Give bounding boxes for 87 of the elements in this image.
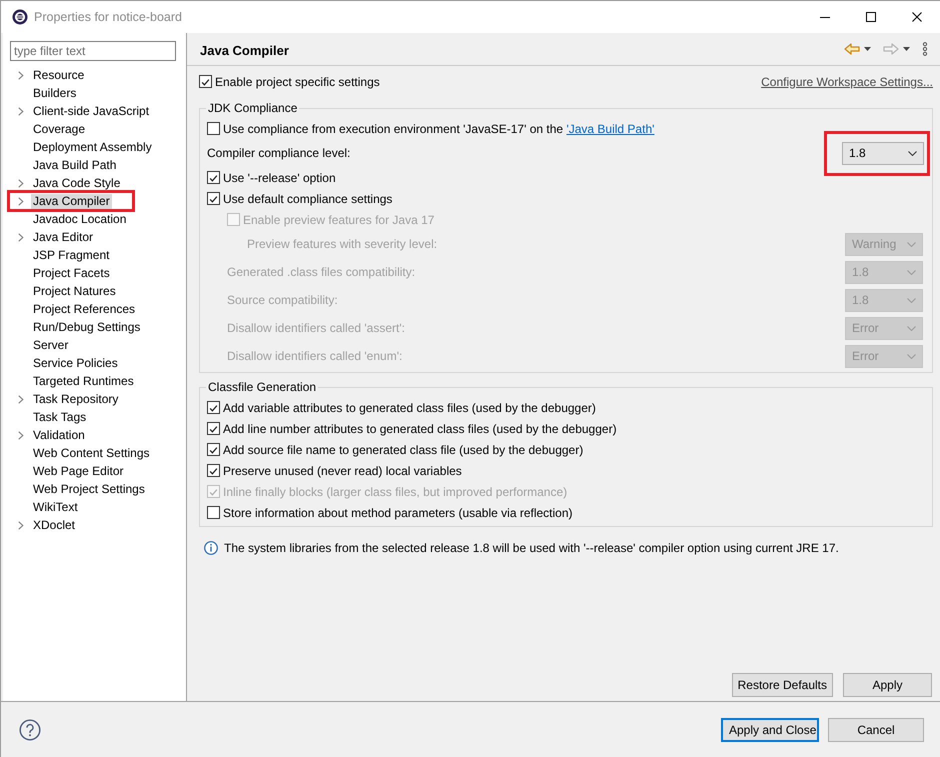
chevron-icon[interactable] bbox=[18, 430, 24, 440]
tree-item[interactable]: WikiText bbox=[31, 500, 80, 514]
tree-item[interactable]: Deployment Assembly bbox=[31, 140, 154, 154]
tree-item[interactable]: Server bbox=[31, 338, 70, 352]
maximize-icon[interactable] bbox=[866, 12, 876, 22]
checkbox[interactable] bbox=[207, 122, 220, 135]
tree-item[interactable]: XDoclet bbox=[31, 518, 78, 532]
field-label: Generated .class files compatibility: bbox=[227, 265, 416, 279]
chevron-down-icon bbox=[907, 354, 916, 358]
tree-item[interactable]: Java Code Style bbox=[31, 176, 122, 190]
chevron-down-icon bbox=[907, 242, 916, 246]
chevron-icon[interactable] bbox=[18, 178, 24, 188]
chevron-icon[interactable] bbox=[18, 232, 24, 242]
tree-item[interactable]: Java Build Path bbox=[31, 158, 118, 172]
checkbox-label: Add line number attributes to generated class files (used by the debugger) bbox=[223, 422, 617, 436]
checkbox[interactable] bbox=[207, 171, 220, 184]
tree-item[interactable]: Resource bbox=[31, 68, 86, 82]
dropdown[interactable]: 1.8 bbox=[842, 142, 924, 164]
checkbox[interactable] bbox=[207, 464, 220, 477]
field-label: Disallow identifiers called 'enum': bbox=[227, 349, 402, 363]
chevron-down-icon bbox=[907, 270, 916, 274]
field-label: Compiler compliance level: bbox=[207, 146, 350, 160]
app-icon bbox=[12, 8, 28, 24]
chevron-icon[interactable] bbox=[18, 520, 24, 530]
tree-item[interactable]: Builders bbox=[31, 86, 78, 100]
tree-item[interactable]: Web Project Settings bbox=[31, 482, 147, 496]
chevron-down-icon bbox=[907, 298, 916, 302]
checkbox-label: Store information about method parameters (usable via reflection) bbox=[223, 506, 573, 520]
checkbox-label: Enable project specific settings bbox=[215, 74, 380, 88]
group-title: JDK Compliance bbox=[207, 101, 298, 116]
field-label: Disallow identifiers called 'assert': bbox=[227, 321, 405, 335]
configure-link[interactable]: Configure Workspace Settings... bbox=[761, 74, 933, 88]
field-label: Preview features with severity level: bbox=[247, 237, 438, 251]
filter-field[interactable]: type filter text bbox=[10, 41, 176, 61]
tree-item[interactable]: Targeted Runtimes bbox=[31, 374, 136, 388]
tree-item[interactable]: Java Editor bbox=[31, 230, 96, 244]
tree-item[interactable]: Task Repository bbox=[31, 392, 120, 406]
dialog-button[interactable]: Cancel bbox=[828, 718, 924, 742]
tree-item[interactable]: Service Policies bbox=[31, 356, 120, 370]
checkbox-label: Enable preview features for Java 17 bbox=[243, 212, 434, 226]
group-title: Classfile Generation bbox=[207, 380, 318, 395]
field-label: Source compatibility: bbox=[227, 293, 338, 307]
checkbox-label: Preserve unused (never read) local variables bbox=[223, 464, 462, 478]
tree-item[interactable]: Java Compiler bbox=[31, 194, 112, 208]
help-icon[interactable] bbox=[19, 719, 41, 741]
checkbox[interactable] bbox=[207, 443, 220, 456]
checkbox[interactable] bbox=[199, 75, 212, 88]
checkbox[interactable] bbox=[207, 192, 220, 205]
tree-item[interactable]: Web Content Settings bbox=[31, 446, 152, 460]
dialog-button[interactable]: Apply and Close bbox=[721, 718, 819, 742]
chevron-down-icon bbox=[907, 326, 916, 330]
chevron-icon[interactable] bbox=[18, 106, 24, 116]
more-icon[interactable] bbox=[922, 42, 928, 56]
tree-item[interactable]: Javadoc Location bbox=[31, 212, 128, 226]
checkbox-label: Use '--release' option bbox=[223, 170, 336, 184]
checkbox[interactable] bbox=[207, 506, 220, 519]
page-title: Java Compiler bbox=[200, 42, 290, 58]
window-title: Properties for notice-board bbox=[34, 10, 183, 24]
chevron-icon[interactable] bbox=[18, 196, 24, 206]
dropdown-caret-icon[interactable] bbox=[903, 47, 910, 51]
tree-item[interactable]: Client-side JavaScript bbox=[31, 104, 152, 118]
checkbox-label: Use default compliance settings bbox=[223, 192, 392, 206]
build-path-link[interactable]: 'Java Build Path' bbox=[566, 122, 654, 136]
chevron-down-icon bbox=[908, 150, 917, 156]
chevron-icon[interactable] bbox=[18, 70, 24, 80]
info-message: The system libraries from the selected release 1.8 will be used with '--release' compiler option using current JRE 17. bbox=[224, 541, 839, 555]
tree-item[interactable]: Web Page Editor bbox=[31, 464, 126, 478]
tree-item[interactable]: Run/Debug Settings bbox=[31, 320, 142, 334]
checkbox-label: Add variable attributes to generated class files (used by the debugger) bbox=[223, 400, 596, 414]
tree-item[interactable]: Project Natures bbox=[31, 284, 118, 298]
tree-item[interactable]: Validation bbox=[31, 428, 87, 442]
checkbox-label: Add source file name to generated class file (used by the debugger) bbox=[223, 442, 584, 456]
info-icon bbox=[204, 541, 218, 555]
dropdown-caret-icon[interactable] bbox=[864, 47, 871, 51]
page-button[interactable]: Apply bbox=[843, 673, 932, 697]
tree-item[interactable]: JSP Fragment bbox=[31, 248, 112, 262]
checkbox-label: Use compliance from execution environment 'JavaSE-17' on the 'Java Build Path' bbox=[223, 122, 654, 136]
tree-item[interactable]: Project References bbox=[31, 302, 138, 316]
chevron-icon[interactable] bbox=[18, 394, 24, 404]
checkbox-label: Inline finally blocks (larger class files, but improved performance) bbox=[223, 484, 568, 498]
tree-item[interactable]: Coverage bbox=[31, 122, 88, 136]
checkbox[interactable] bbox=[207, 422, 220, 435]
close-icon[interactable] bbox=[912, 12, 922, 22]
checkbox[interactable] bbox=[207, 401, 220, 414]
page-button[interactable]: Restore Defaults bbox=[732, 673, 833, 697]
tree-item[interactable]: Project Facets bbox=[31, 266, 112, 280]
tree-item[interactable]: Task Tags bbox=[31, 410, 88, 424]
